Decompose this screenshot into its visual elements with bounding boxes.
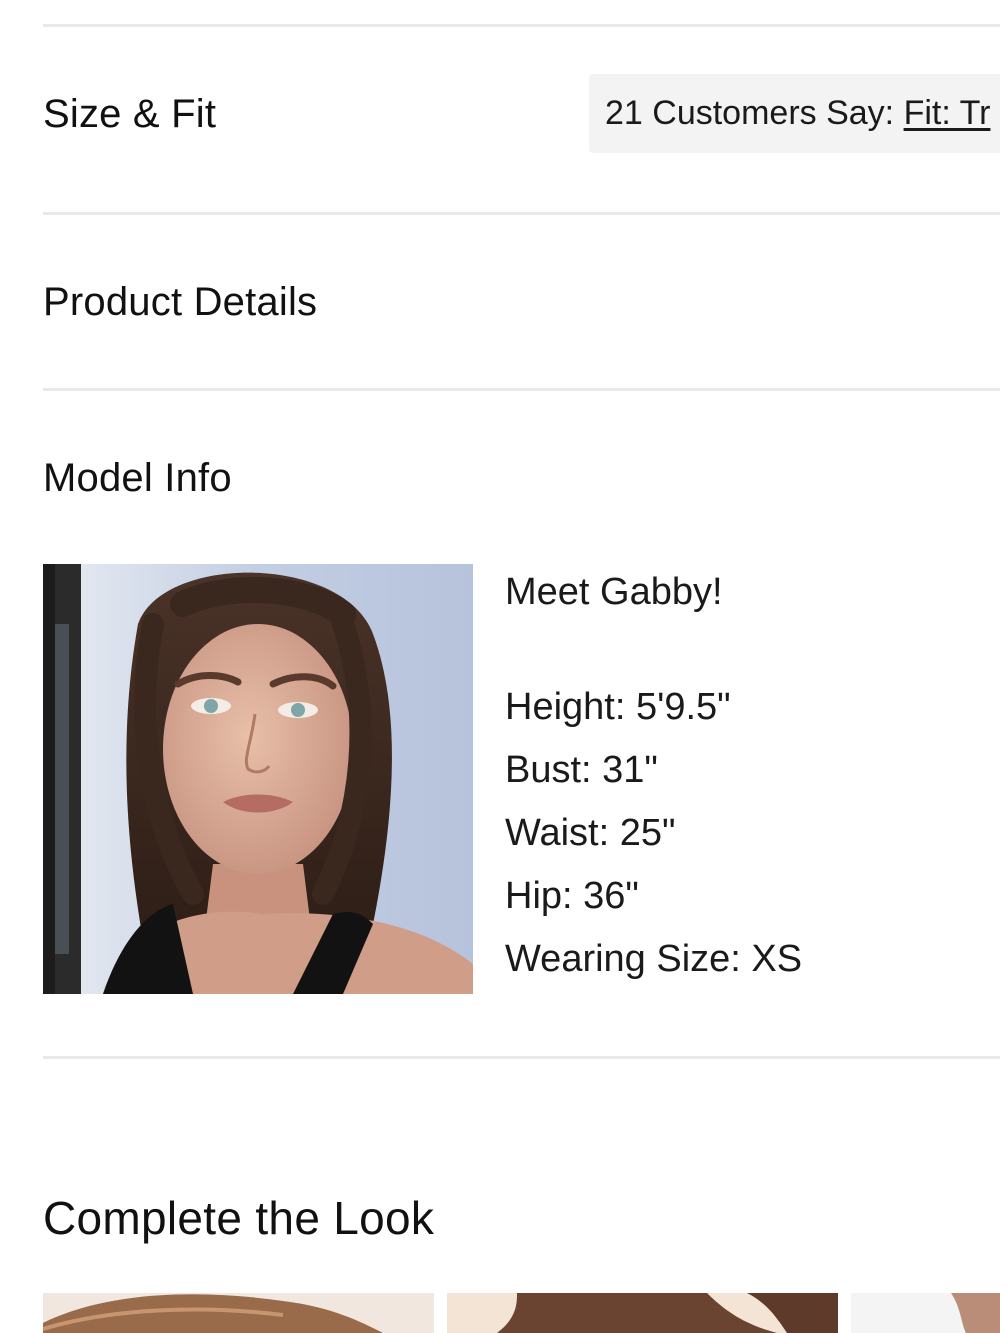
model-info-section-title[interactable]: Model Info	[43, 454, 232, 502]
model-height: Height: 5'9.5"	[505, 686, 731, 728]
model-wearing-size: Wearing Size: XS	[505, 938, 803, 980]
model-info-details: Meet Gabby! Height: 5'9.5" Bust: 31" Wai…	[505, 566, 802, 991]
model-hip: Hip: 36"	[505, 875, 639, 917]
complete-the-look-title: Complete the Look	[43, 1192, 435, 1244]
fit-summary-link[interactable]: Fit: Tr	[904, 94, 991, 132]
look-product-thumb[interactable]	[447, 1293, 838, 1333]
divider	[43, 24, 1000, 27]
model-photo	[43, 564, 473, 994]
look-product-thumb[interactable]	[43, 1293, 434, 1333]
divider	[43, 388, 1000, 391]
product-info-page: Size & Fit 21 Customers Say: Fit: Tr Pro…	[0, 0, 1000, 1333]
model-waist: Waist: 25"	[505, 812, 676, 854]
customer-fit-summary[interactable]: 21 Customers Say: Fit: Tr	[589, 74, 1000, 153]
fit-summary-prefix: 21 Customers Say:	[605, 94, 904, 132]
model-bust: Bust: 31"	[505, 749, 658, 791]
divider	[43, 212, 1000, 215]
divider	[43, 1056, 1000, 1059]
size-fit-section-title[interactable]: Size & Fit	[43, 90, 216, 138]
look-product-thumb[interactable]	[851, 1293, 1000, 1333]
product-details-section-title[interactable]: Product Details	[43, 278, 317, 326]
model-greeting: Meet Gabby!	[505, 571, 723, 613]
